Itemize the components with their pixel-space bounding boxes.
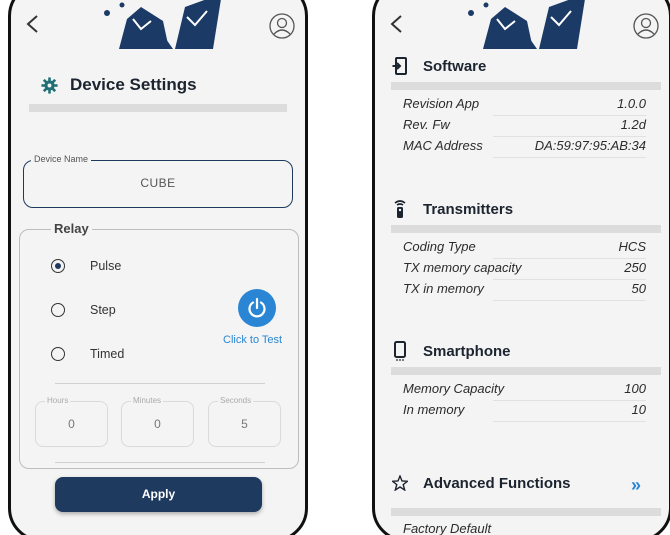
radio-label-step: Step bbox=[90, 303, 116, 317]
device-name-value: CUBE bbox=[140, 176, 176, 190]
transmitters-title: Transmitters bbox=[423, 200, 514, 218]
info-key: In memory bbox=[403, 402, 465, 417]
row-underline bbox=[493, 300, 646, 301]
transmitters-header: Transmitters bbox=[391, 200, 513, 218]
radio-label-pulse: Pulse bbox=[90, 259, 122, 273]
info-key: Coding Type bbox=[403, 239, 476, 254]
factory-default-row[interactable]: Factory Default bbox=[403, 521, 646, 535]
info-key: Rev. Fw bbox=[403, 117, 450, 132]
minutes-value: 0 bbox=[154, 417, 161, 431]
star-icon bbox=[391, 474, 409, 492]
software-title: Software bbox=[423, 57, 487, 75]
info-value: 100 bbox=[624, 381, 646, 396]
remote-transmitter-icon bbox=[391, 200, 409, 218]
row-underline bbox=[493, 258, 646, 259]
info-key: Revision App bbox=[403, 96, 480, 111]
brand-logo bbox=[468, 0, 585, 49]
advanced-functions-title[interactable]: Advanced Functions bbox=[423, 475, 571, 492]
user-avatar-icon[interactable] bbox=[269, 13, 295, 39]
minutes-label: Minutes bbox=[131, 396, 164, 405]
info-value: 1.2d bbox=[620, 117, 646, 132]
info-key: TX memory capacity bbox=[403, 260, 522, 275]
back-arrow-icon[interactable] bbox=[387, 13, 407, 35]
software-header: Software bbox=[391, 57, 486, 75]
chevron-right-icon[interactable]: » bbox=[631, 475, 641, 496]
title-divider bbox=[29, 104, 287, 112]
radio-button-step[interactable] bbox=[51, 303, 65, 317]
radio-button-pulse[interactable] bbox=[51, 259, 65, 273]
info-value: DA:59:97:95:AB:34 bbox=[534, 138, 646, 153]
hours-label: Hours bbox=[45, 396, 71, 405]
test-relay-button[interactable] bbox=[238, 289, 276, 327]
row-underline bbox=[493, 136, 646, 137]
settings-header: Device Settings bbox=[41, 75, 197, 95]
info-row: TX memory capacity 250 bbox=[403, 260, 646, 280]
user-avatar-icon[interactable] bbox=[633, 13, 659, 39]
smartphone-divider bbox=[391, 367, 661, 375]
info-row: Memory Capacity 100 bbox=[403, 381, 646, 401]
phone-device-settings: Device Settings Device Name CUBE Relay P… bbox=[8, 0, 308, 535]
app-header bbox=[11, 0, 305, 49]
info-value: HCS bbox=[618, 239, 646, 254]
smartphone-icon bbox=[391, 341, 409, 361]
seconds-label: Seconds bbox=[218, 396, 254, 405]
radio-label-timed: Timed bbox=[90, 347, 125, 361]
info-row: Coding Type HCS bbox=[403, 239, 646, 259]
device-name-label: Device Name bbox=[31, 154, 92, 164]
page-title: Device Settings bbox=[70, 75, 197, 94]
radio-timed[interactable]: Timed bbox=[51, 347, 124, 361]
row-underline bbox=[493, 400, 646, 401]
relay-label: Relay bbox=[51, 221, 92, 236]
hours-value: 0 bbox=[68, 417, 75, 431]
info-row: In memory 10 bbox=[403, 402, 646, 422]
apply-button[interactable]: Apply bbox=[55, 477, 262, 512]
app-header bbox=[375, 0, 669, 49]
info-row: TX in memory 50 bbox=[403, 281, 646, 301]
gear-icon bbox=[41, 76, 58, 94]
info-value: 1.0.0 bbox=[617, 96, 646, 111]
time-divider-bottom bbox=[55, 462, 265, 463]
info-value: 10 bbox=[631, 402, 646, 417]
advanced-functions-row[interactable]: Advanced Functions bbox=[391, 474, 571, 492]
info-row: Revision App 1.0.0 bbox=[403, 96, 646, 116]
info-value: 50 bbox=[631, 281, 646, 296]
smartphone-header: Smartphone bbox=[391, 341, 511, 361]
brand-logo bbox=[104, 0, 221, 49]
info-value: 250 bbox=[624, 260, 646, 275]
row-underline bbox=[493, 157, 646, 158]
radio-pulse[interactable]: Pulse bbox=[51, 259, 121, 273]
time-divider-top bbox=[55, 383, 265, 384]
row-underline bbox=[493, 115, 646, 116]
advanced-divider bbox=[391, 508, 661, 516]
factory-default-label[interactable]: Factory Default bbox=[403, 521, 491, 535]
click-to-test-label[interactable]: Click to Test bbox=[223, 334, 282, 346]
seconds-value: 5 bbox=[241, 417, 248, 431]
smartphone-title: Smartphone bbox=[423, 342, 511, 360]
back-arrow-icon[interactable] bbox=[23, 13, 43, 35]
info-row: MAC Address DA:59:97:95:AB:34 bbox=[403, 138, 646, 158]
software-divider bbox=[391, 82, 661, 90]
radio-step[interactable]: Step bbox=[51, 303, 116, 317]
info-key: Memory Capacity bbox=[403, 381, 505, 396]
row-underline bbox=[493, 279, 646, 280]
row-underline bbox=[493, 421, 646, 422]
transmitters-divider bbox=[391, 225, 661, 233]
info-key: MAC Address bbox=[403, 138, 483, 153]
power-icon bbox=[248, 297, 266, 318]
info-row: Rev. Fw 1.2d bbox=[403, 117, 646, 137]
relay-header-line bbox=[121, 229, 261, 230]
radio-button-timed[interactable] bbox=[51, 347, 65, 361]
phone-device-info: Software Revision App 1.0.0 Rev. Fw 1.2d… bbox=[372, 0, 670, 535]
software-icon bbox=[391, 57, 409, 75]
info-key: TX in memory bbox=[403, 281, 484, 296]
